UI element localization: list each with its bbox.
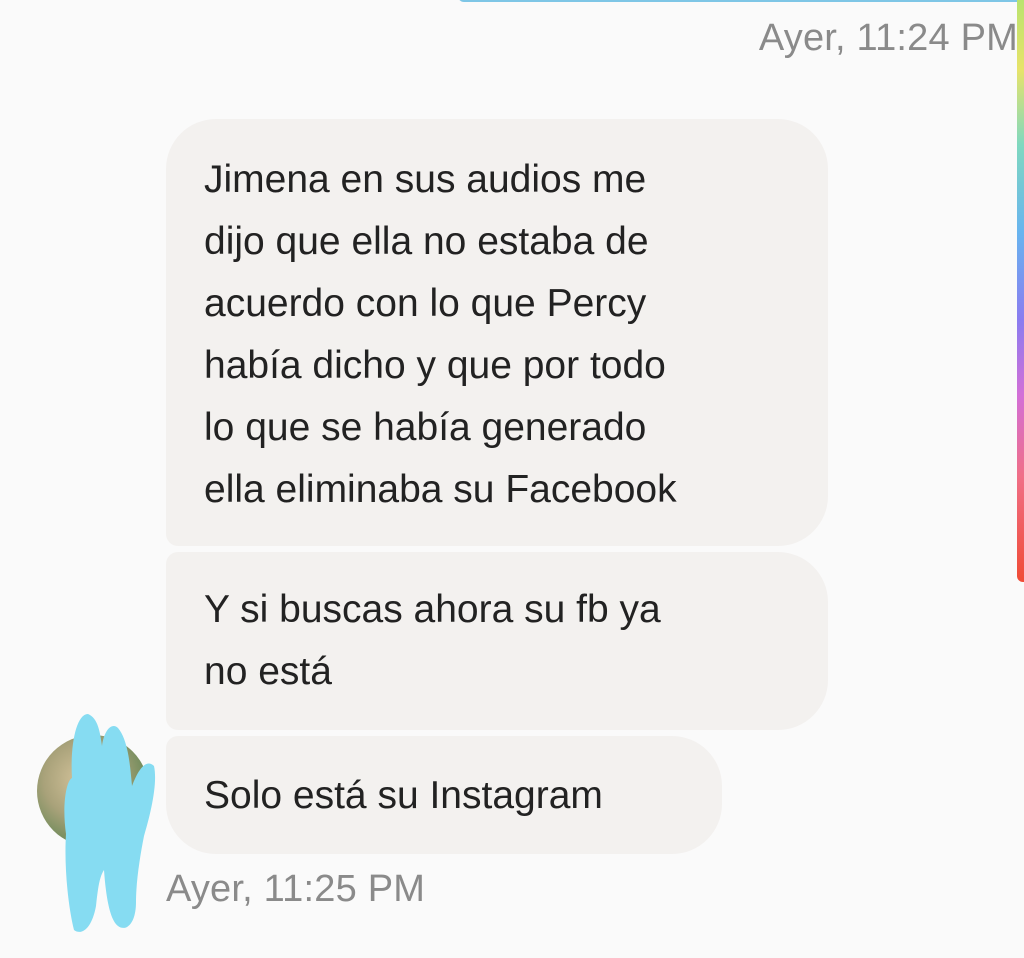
message-line: Y si buscas ahora su fb ya: [204, 588, 661, 631]
timestamp-bottom: Ayer, 11:25 PM: [166, 868, 426, 910]
message-line: había dicho y que por todo: [204, 344, 666, 387]
timestamp-top: Ayer, 11:24 PM: [758, 17, 1018, 59]
received-message-bubble-3[interactable]: Solo está su Instagram: [166, 736, 722, 854]
received-message-bubble-1[interactable]: Jimena en sus audios me dijo que ella no…: [166, 119, 828, 546]
message-line: no está: [204, 650, 332, 693]
message-line: dijo que ella no estaba de: [204, 220, 649, 263]
previous-sent-message-edge: [458, 0, 1024, 2]
redaction-scribble-icon: [64, 714, 156, 932]
chat-screen: Ayer, 11:24 PM Jimena en sus audios me d…: [0, 0, 1024, 958]
message-line: ella eliminaba su Facebook: [204, 468, 677, 511]
received-message-bubble-2[interactable]: Y si buscas ahora su fb ya no está: [166, 552, 828, 730]
message-line: Solo está su Instagram: [204, 774, 603, 817]
message-line: lo que se había generado: [204, 406, 647, 449]
message-line: Jimena en sus audios me: [204, 158, 647, 201]
rainbow-bubble-edge: [1017, 0, 1024, 582]
message-line: acuerdo con lo que Percy: [204, 282, 647, 325]
